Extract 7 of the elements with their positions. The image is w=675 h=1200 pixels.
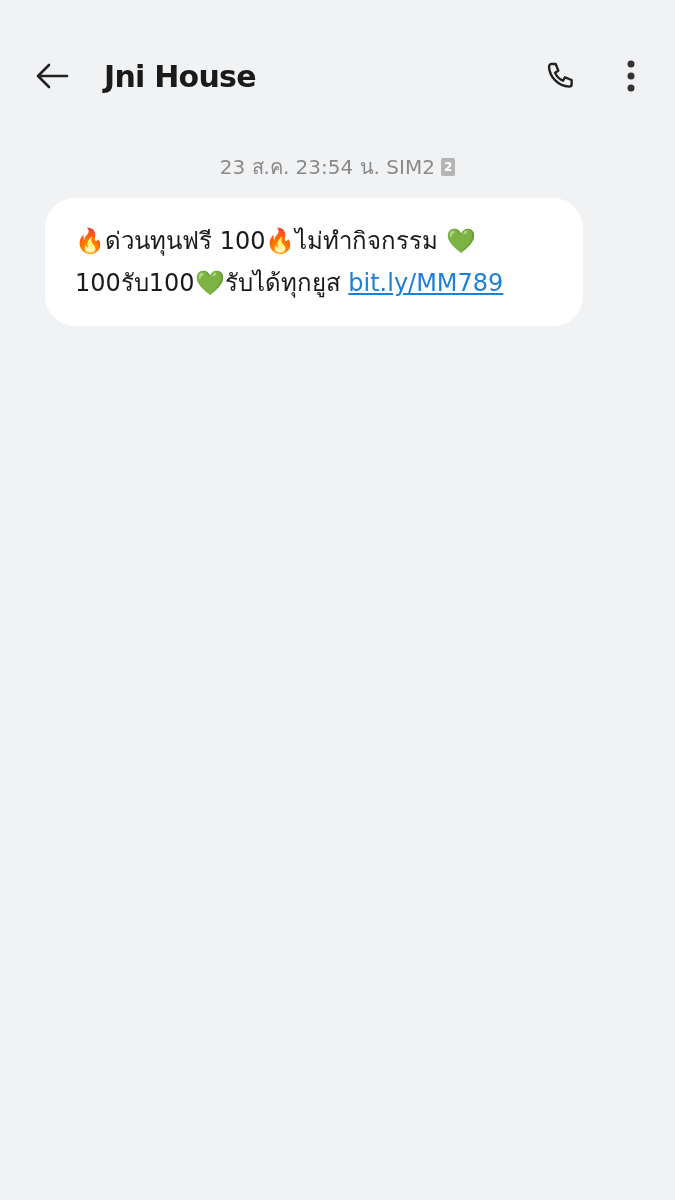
back-icon (35, 63, 69, 89)
message-timestamp: 23 ส.ค. 23:54 น. SIM2 (219, 154, 435, 181)
message-link[interactable]: bit.ly/MM789 (348, 269, 504, 297)
message-text: 🔥ด่วนทุนฟรี 100🔥ไม่ทำกิจกรรม 💚100รับ100💚รับได้ทุกยูส bit.ly/MM789 (75, 226, 505, 300)
more-icon (627, 60, 635, 92)
sim-badge: 2 (440, 158, 456, 176)
contact-name: Jni House (104, 57, 256, 96)
